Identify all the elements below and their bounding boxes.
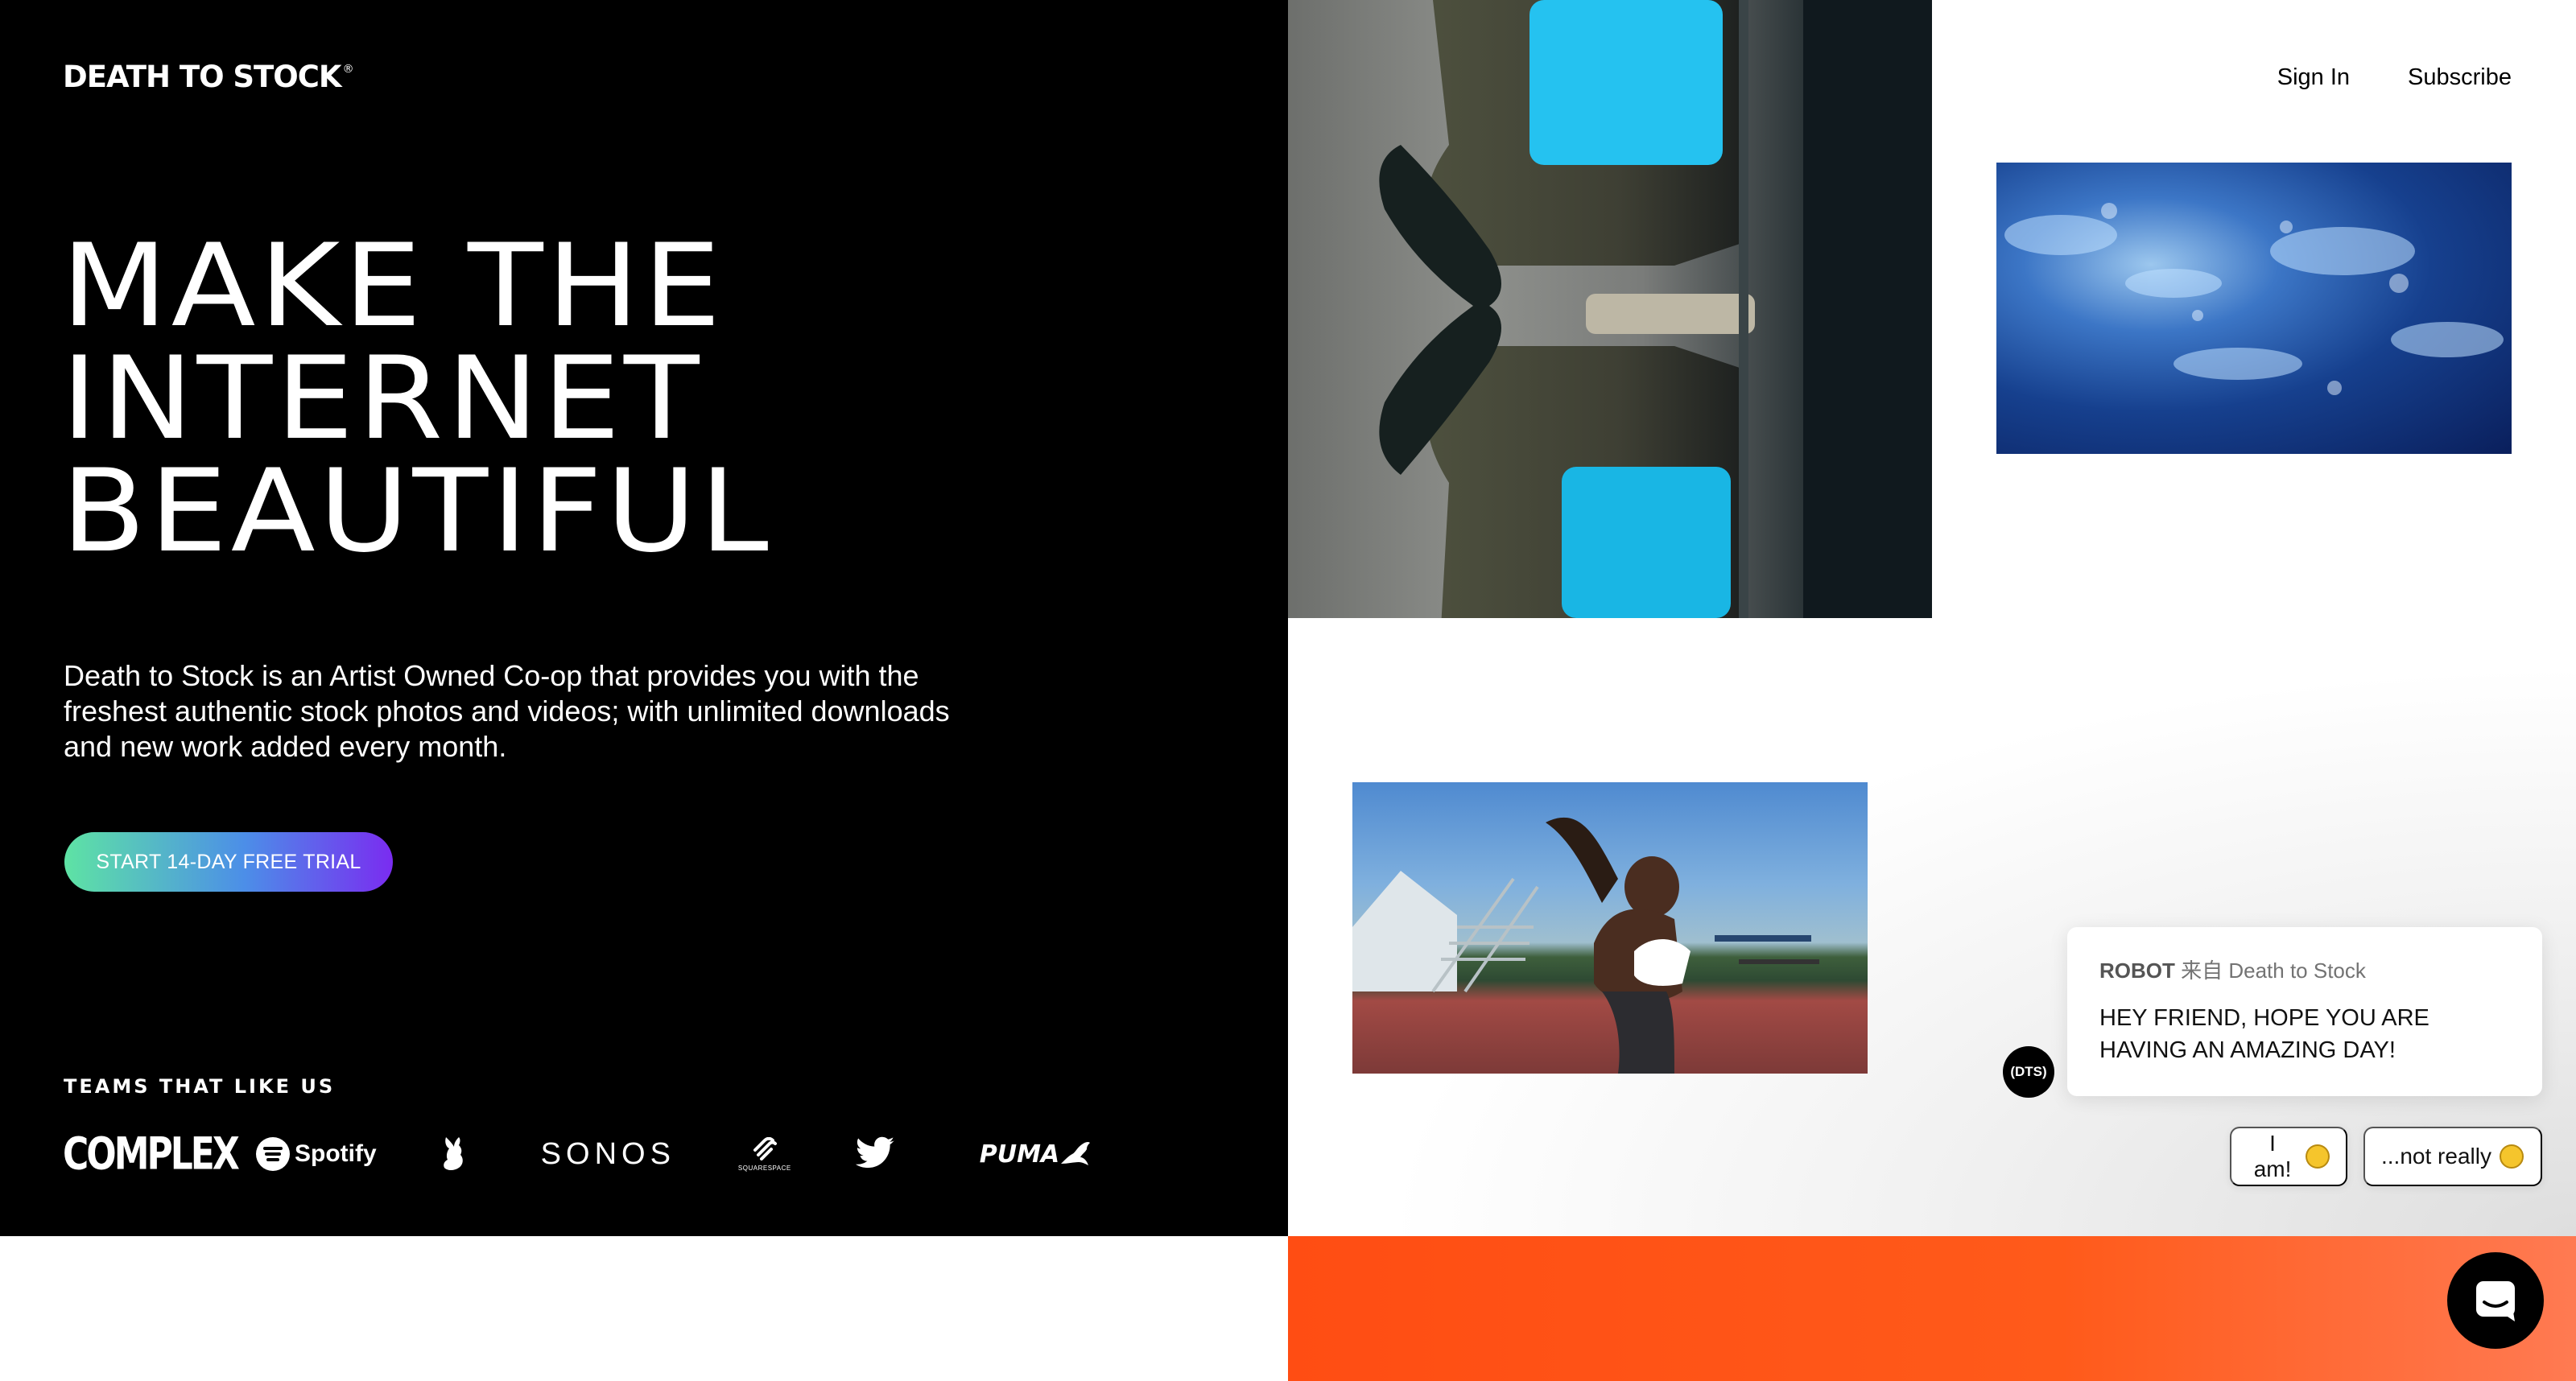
bot-avatar: (DTS) [2003, 1046, 2054, 1098]
headline-line-2: INTERNET [61, 332, 703, 465]
grinning-face-icon [2306, 1144, 2330, 1169]
water-photo[interactable] [1996, 163, 2512, 454]
reply-i-am-button[interactable]: I am! [2230, 1127, 2347, 1186]
chat-sender-from: 来自 Death to Stock [2181, 958, 2366, 983]
runner-photo[interactable] [1352, 782, 1868, 1074]
squarespace-logo: SQUARESPACE [737, 1136, 791, 1172]
playboy-logo [440, 1136, 467, 1173]
chat-sender-name: ROBOT [2099, 958, 2175, 983]
logo-text: DEATH TO STOCK [63, 60, 342, 94]
sonos-logo: SONOS [540, 1136, 675, 1171]
runner-illustration [1352, 817, 1819, 1074]
twitter-icon [855, 1136, 894, 1169]
sunglasses-photo[interactable] [1288, 0, 1932, 618]
logo-mark: ® [342, 63, 354, 76]
sign-in-link[interactable]: Sign In [2277, 64, 2350, 91]
subscribe-link[interactable]: Subscribe [2408, 64, 2512, 91]
teams-title: TEAMS THAT LIKE US [64, 1075, 336, 1098]
reply-not-really-button[interactable]: ...not really [2363, 1127, 2542, 1186]
hero-section: DEATH TO STOCK ® MAKE THE INTERNET BEAUTI… [0, 0, 1288, 1236]
headline-line-3: BEAUTIFUL [61, 445, 772, 578]
spotify-wordmark: Spotify [295, 1140, 377, 1167]
squarespace-wordmark: SQUARESPACE [737, 1164, 791, 1172]
chat-launcher-button[interactable] [2447, 1252, 2544, 1349]
start-free-trial-button[interactable]: START 14-DAY FREE TRIAL [64, 832, 393, 892]
reply-not-really-label: ...not really [2381, 1144, 2491, 1169]
hero-headline: MAKE THE INTERNET BEAUTIFUL [61, 229, 1027, 569]
twitter-logo [854, 1136, 896, 1172]
spotify-logo: Spotify [256, 1137, 377, 1171]
spotify-icon [256, 1137, 290, 1171]
water-texture [2004, 203, 2504, 395]
squarespace-icon [753, 1136, 777, 1160]
headline-line-1: MAKE THE [61, 220, 724, 352]
playboy-icon [443, 1137, 463, 1170]
chat-launcher-icon [2476, 1281, 2515, 1321]
sunglasses-illustration [1379, 0, 1932, 618]
top-nav: Sign In Subscribe [2277, 64, 2512, 91]
puma-cat-icon [1061, 1141, 1091, 1165]
complex-logo: COMPLEX [63, 1128, 240, 1180]
brand-logos: COMPLEX Spotify SONOS SQUARESPACE PUMA [63, 1125, 1092, 1183]
chat-sender: ROBOT 来自 Death to Stock [2099, 954, 2510, 984]
hero-intro: Death to Stock is an Artist Owned Co-op … [64, 659, 950, 763]
orange-band [1288, 1236, 2576, 1381]
crying-face-icon [2499, 1144, 2524, 1169]
puma-wordmark: PUMA [979, 1140, 1060, 1169]
site-logo[interactable]: DEATH TO STOCK ® [63, 60, 354, 94]
chat-message-card[interactable]: ROBOT 来自 Death to Stock HEY FRIEND, HOPE… [2067, 927, 2542, 1096]
chat-message-text: HEY FRIEND, HOPE YOU ARE HAVING AN AMAZI… [2099, 1005, 2429, 1063]
puma-logo: PUMA [980, 1140, 1092, 1169]
reply-i-am-label: I am! [2253, 1131, 2292, 1181]
